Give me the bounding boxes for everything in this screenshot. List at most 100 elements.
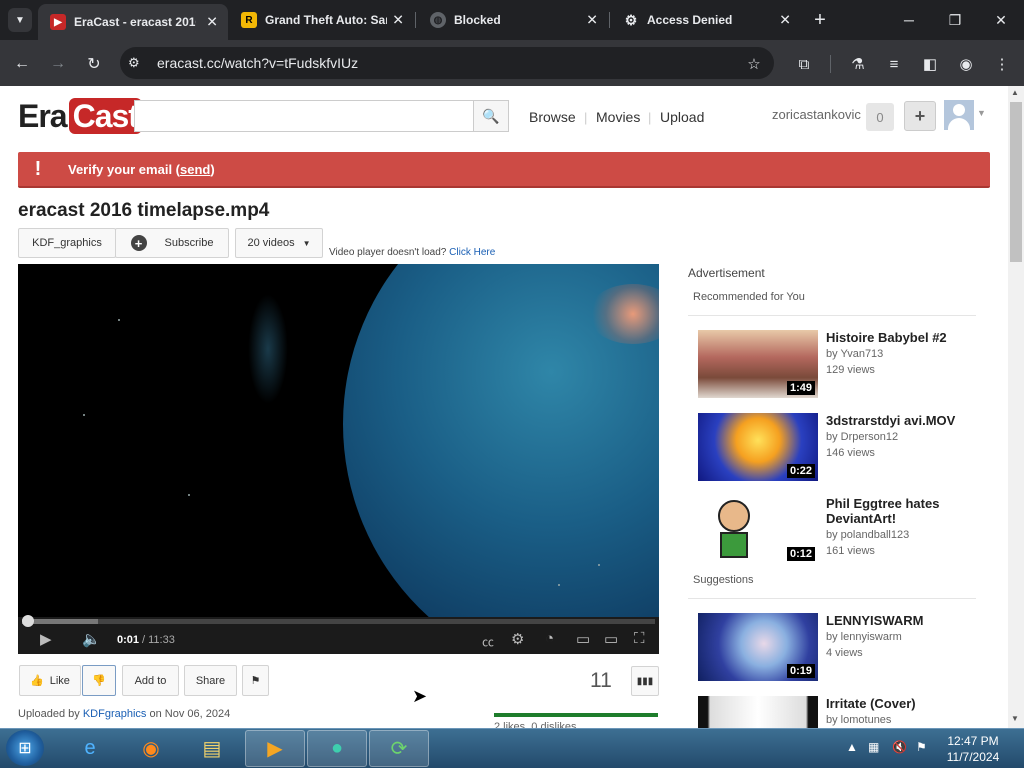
tab-gta[interactable]: R Grand Theft Auto: Sar ✕ <box>229 0 414 40</box>
video-author[interactable]: by Drperson12 <box>826 431 898 443</box>
tab-title: Grand Theft Auto: Sar <box>265 13 387 27</box>
close-tab-icon[interactable]: ✕ <box>206 14 218 31</box>
close-tab-icon[interactable]: ✕ <box>392 12 404 29</box>
back-button[interactable]: ← <box>10 52 34 76</box>
firefox-icon[interactable]: ◉ <box>121 730 181 767</box>
video-author[interactable]: by Yvan713 <box>826 348 883 360</box>
logo-era-text: Era <box>18 98 68 134</box>
media-player-icon[interactable]: ▶ <box>245 730 305 767</box>
video-title-link[interactable]: Irritate (Cover) <box>826 696 996 711</box>
video-player[interactable] <box>18 264 659 654</box>
video-thumbnail[interactable] <box>698 696 818 728</box>
video-thumbnail[interactable]: 1:49 <box>698 330 818 398</box>
file-explorer-icon[interactable]: ▤ <box>182 730 242 767</box>
bookmark-star-icon[interactable]: ☆ <box>742 52 766 76</box>
video-author[interactable]: by lomotunes <box>826 714 891 726</box>
tab-blocked[interactable]: ◍ Blocked ✕ <box>418 0 608 40</box>
scroll-down-icon[interactable]: ▼ <box>1011 714 1019 723</box>
tab-divider <box>415 12 416 28</box>
tab-access-denied[interactable]: ⚙ Access Denied ✕ <box>611 0 801 40</box>
tab-eracast[interactable]: ▶ EraCast - eracast 2016 ✕ <box>38 4 228 40</box>
media-control-icon[interactable]: ≡ <box>882 52 906 76</box>
start-button[interactable]: ⊞ <box>6 730 44 766</box>
video-thumbnail[interactable]: 0:19 <box>698 613 818 681</box>
minimize-button[interactable]: ─ <box>886 0 932 40</box>
video-author[interactable]: by lennyiswarm <box>826 631 902 643</box>
forward-button[interactable]: → <box>46 52 70 76</box>
subscribe-button[interactable]: + Subscribe <box>115 228 229 258</box>
tab-title: EraCast - eracast 2016 <box>74 15 196 29</box>
recommended-item[interactable]: 1:49 Histoire Babybel #2 by Yvan713 129 … <box>698 330 998 398</box>
recommended-item[interactable]: 0:12 Phil Eggtree hates DeviantArt! by p… <box>698 496 998 564</box>
progress-bar[interactable] <box>22 619 655 624</box>
channel-button[interactable]: KDF_graphics <box>18 228 116 258</box>
tray-expand-icon[interactable]: ▲ <box>846 740 858 754</box>
tab-search-icon[interactable]: ▼ <box>8 8 32 32</box>
scrollbar-thumb[interactable] <box>1010 102 1022 262</box>
video-thumbnail[interactable]: 0:12 <box>698 496 818 564</box>
volume-icon[interactable]: 🔈 <box>82 630 101 648</box>
nav-browse[interactable]: Browse <box>529 109 576 125</box>
fullscreen-icon[interactable]: ⛶ <box>634 630 645 647</box>
labs-flask-icon[interactable]: ⚗ <box>846 52 870 76</box>
like-button[interactable]: 👍 Like <box>19 665 81 696</box>
share-button[interactable]: Share <box>184 665 237 696</box>
internet-explorer-icon[interactable]: e <box>60 730 120 767</box>
volume-muted-icon[interactable]: 🔇 <box>892 740 907 754</box>
video-thumbnail[interactable]: 0:22 <box>698 413 818 481</box>
scroll-up-icon[interactable]: ▲ <box>1011 88 1019 97</box>
video-duration: 0:22 <box>786 464 815 478</box>
avatar-dropdown-icon[interactable]: ▼ <box>977 108 986 118</box>
username-link[interactable]: zoricastankovic <box>772 107 861 122</box>
play-icon[interactable]: ▶ <box>40 630 52 648</box>
site-info-icon[interactable]: ⚙ <box>128 55 140 71</box>
dislike-button[interactable]: 👎 <box>82 665 116 696</box>
eracast-logo[interactable]: Era Cast <box>18 98 142 135</box>
miniplayer-icon[interactable]: ▭ <box>576 630 590 648</box>
nav-upload[interactable]: Upload <box>660 109 704 125</box>
video-title-link[interactable]: 3dstrarstdyi avi.MOV <box>826 413 996 428</box>
video-author[interactable]: by polandball123 <box>826 529 909 541</box>
network-tray-icon[interactable]: ▦ <box>868 740 879 754</box>
video-title-link[interactable]: Histoire Babybel #2 <box>826 330 996 345</box>
video-title-link[interactable]: Phil Eggtree hates DeviantArt! <box>826 496 996 526</box>
search-button[interactable]: 🔍 <box>473 100 509 132</box>
send-link[interactable]: send <box>180 162 210 177</box>
menu-kebab-icon[interactable]: ⋮ <box>990 52 1014 76</box>
flag-button[interactable]: ⚑ <box>242 665 269 696</box>
new-tab-button[interactable]: + <box>808 8 832 32</box>
settings-gear-icon[interactable]: ⚙ <box>511 630 524 648</box>
extensions-icon[interactable]: ⧉ <box>792 52 816 76</box>
suggestion-item[interactable]: Irritate (Cover) by lomotunes <box>698 696 998 728</box>
maximize-button[interactable]: ❐ <box>932 0 978 40</box>
add-button[interactable]: + <box>904 101 936 131</box>
captions-icon[interactable]: ㏄ <box>482 633 494 650</box>
video-title-link[interactable]: LENNYISWARM <box>826 613 996 628</box>
url-text[interactable]: eracast.cc/watch?v=tFudskfvIUz <box>157 55 358 71</box>
theater-mode-icon[interactable]: ▭ <box>604 630 618 648</box>
notification-count[interactable]: 0 <box>866 103 894 131</box>
action-center-flag-icon[interactable]: ⚑ <box>916 740 927 754</box>
progress-knob[interactable] <box>22 615 34 627</box>
profile-icon[interactable]: ◉ <box>954 52 978 76</box>
uploader-link[interactable]: KDFgraphics <box>83 708 147 720</box>
nav-movies[interactable]: Movies <box>596 109 640 125</box>
star <box>118 319 120 321</box>
recommended-item[interactable]: 0:22 3dstrarstdyi avi.MOV by Drperson12 … <box>698 413 998 481</box>
close-tab-icon[interactable]: ✕ <box>779 12 791 29</box>
edge-browser-icon[interactable]: ● <box>307 730 367 767</box>
suggestion-item[interactable]: 0:19 LENNYISWARM by lennyiswarm 4 views <box>698 613 998 681</box>
avatar[interactable] <box>944 100 974 130</box>
reload-button[interactable]: ↻ <box>82 52 106 76</box>
network-app-icon[interactable]: ⟳ <box>369 730 429 767</box>
watch-later-clock-icon[interactable]: ◔ <box>545 630 554 647</box>
click-here-link[interactable]: Click Here <box>449 247 495 258</box>
close-window-button[interactable]: ✕ <box>978 0 1024 40</box>
search-input[interactable] <box>134 100 474 132</box>
side-panel-icon[interactable]: ◧ <box>918 52 942 76</box>
stats-button[interactable]: ▮▮▮ <box>631 666 659 696</box>
clock[interactable]: 12:47 PM 11/7/2024 <box>940 733 1006 765</box>
add-to-button[interactable]: Add to <box>122 665 179 696</box>
videos-dropdown-button[interactable]: 20 videos ▼ <box>235 228 323 258</box>
close-tab-icon[interactable]: ✕ <box>586 12 598 29</box>
